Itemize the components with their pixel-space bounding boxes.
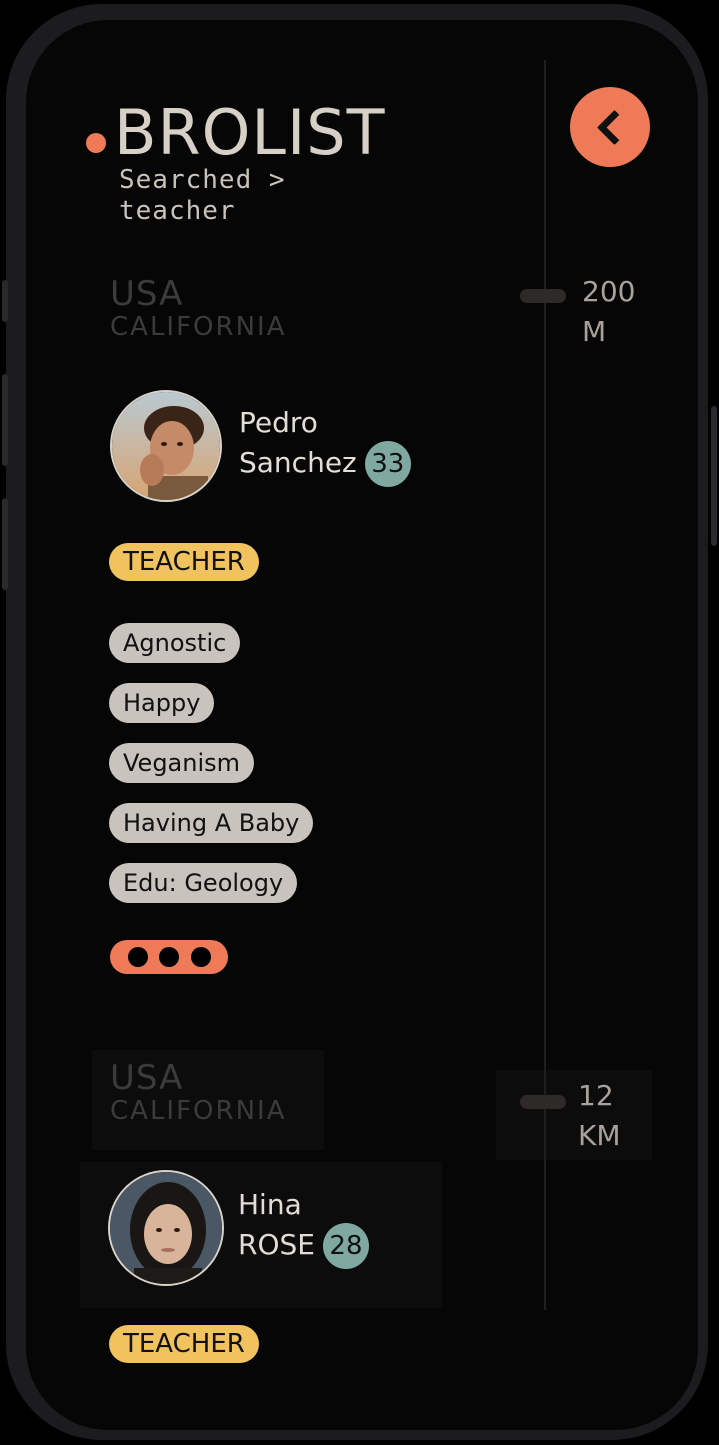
- profile-name: Pedro Sanchez 33: [239, 404, 411, 487]
- avatar-photo-pedro: [112, 392, 220, 500]
- breadcrumb-label: Searched >: [119, 165, 286, 195]
- interest-tag[interactable]: Happy: [109, 683, 215, 723]
- avatar[interactable]: [110, 390, 222, 502]
- first-name: Hina: [238, 1188, 302, 1221]
- more-dots-icon: [159, 947, 179, 967]
- power-button: [711, 406, 717, 546]
- distance-unit: M: [582, 315, 607, 348]
- breadcrumb-query[interactable]: teacher: [119, 196, 286, 227]
- location-country: USA: [110, 1058, 184, 1098]
- interest-tag[interactable]: Agnostic: [109, 623, 241, 663]
- volume-up-button: [2, 374, 8, 466]
- location-label: USA CALIFORNIA: [110, 1060, 286, 1126]
- profile-name: Hina ROSE 28: [238, 1186, 369, 1269]
- distance-label: 200 M: [582, 272, 635, 352]
- more-dots-icon: [127, 947, 148, 967]
- interest-tag[interactable]: Edu: Geology: [109, 863, 298, 903]
- avatar[interactable]: [108, 1170, 224, 1286]
- last-name-row: ROSE 28: [238, 1223, 369, 1269]
- location-country: USA: [110, 274, 184, 314]
- last-name-row: Sanchez 33: [239, 441, 411, 487]
- age-badge: 33: [364, 441, 411, 487]
- screen: BROLIST Searched > teacher USA CALIFORNI…: [26, 20, 698, 1430]
- location-region: CALIFORNIA: [110, 312, 287, 342]
- distance-backdrop: [496, 1070, 652, 1160]
- avatar-photo-hina: [110, 1172, 222, 1284]
- location-region: CALIFORNIA: [110, 1096, 287, 1126]
- interest-tag[interactable]: Having A Baby: [109, 803, 314, 843]
- last-name: ROSE: [238, 1228, 315, 1261]
- interest-tag[interactable]: Veganism: [109, 743, 255, 783]
- age-badge: 28: [322, 1223, 369, 1269]
- volume-down-button: [2, 498, 8, 590]
- back-button[interactable]: [570, 87, 650, 167]
- distance-label: 12 KM: [578, 1076, 621, 1156]
- distance-value: 12: [578, 1079, 614, 1112]
- breadcrumb: Searched > teacher: [119, 165, 286, 227]
- role-tag[interactable]: TEACHER: [109, 543, 259, 581]
- location-label: USA CALIFORNIA: [110, 276, 286, 342]
- chevron-left-icon: [596, 109, 632, 145]
- more-dots-icon: [190, 947, 211, 967]
- more-button[interactable]: [110, 940, 228, 974]
- silent-switch: [2, 280, 8, 322]
- distance-unit: KM: [578, 1119, 621, 1152]
- first-name: Pedro: [239, 406, 318, 439]
- role-tag[interactable]: TEACHER: [109, 1325, 259, 1363]
- last-name: Sanchez: [239, 446, 357, 479]
- distance-marker[interactable]: [520, 1095, 566, 1109]
- app-title: BROLIST: [114, 96, 386, 169]
- distance-value: 200: [582, 275, 636, 308]
- phone-frame: BROLIST Searched > teacher USA CALIFORNI…: [6, 4, 708, 1440]
- distance-marker[interactable]: [520, 289, 566, 303]
- brand-dot: [86, 133, 106, 153]
